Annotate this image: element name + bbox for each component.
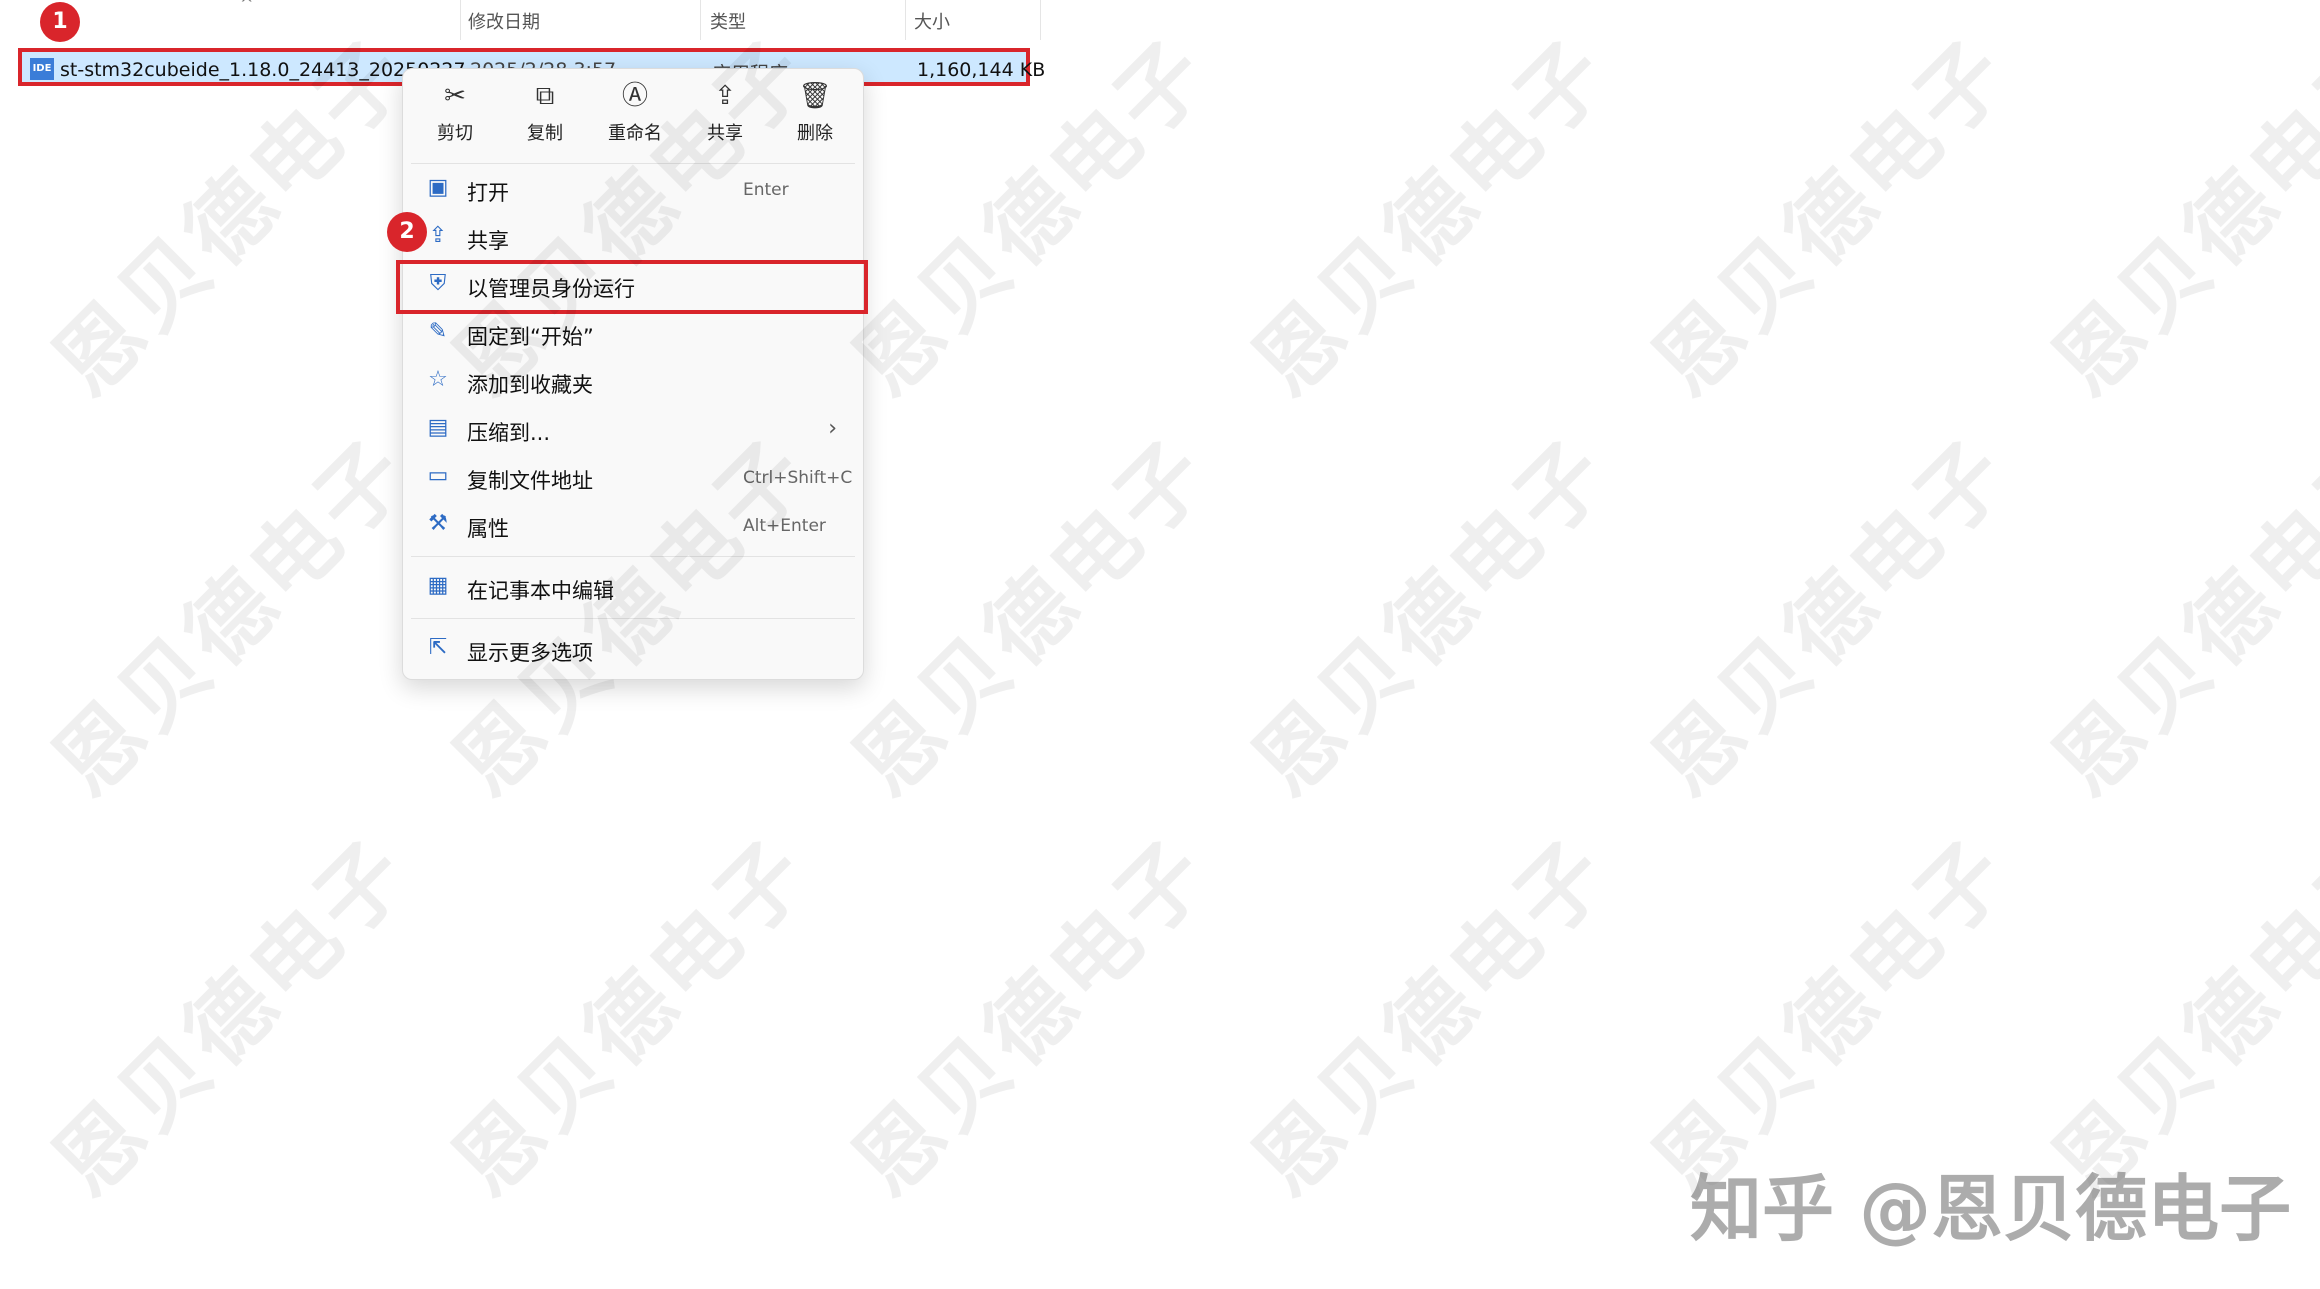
step-marker-2: 2 [387, 212, 427, 252]
rename-label: 重命名 [608, 123, 662, 144]
watermark-text: 恩贝德电子 [34, 419, 431, 816]
menu-item-copy-path[interactable]: ▭ 复制文件地址 Ctrl+Shift+C [411, 455, 855, 499]
watermark-text: 恩贝德电子 [834, 819, 1231, 1216]
sort-caret-icon[interactable]: ^ [240, 0, 253, 13]
menu-item-share[interactable]: ⇪ 共享 [411, 215, 855, 259]
share-button[interactable]: ⇪ 共享 [680, 79, 770, 159]
delete-label: 删除 [797, 123, 833, 144]
watermark-text: 恩贝德电子 [1634, 19, 2031, 416]
highlight-box-run-as-admin [396, 260, 868, 314]
chevron-right-icon: › [828, 416, 837, 441]
cut-button[interactable]: ✂ 剪切 [410, 79, 500, 159]
column-date[interactable]: 修改日期 [468, 8, 540, 34]
menu-item-shortcut: Enter [743, 180, 789, 200]
menu-item-label: 复制文件地址 [467, 469, 593, 493]
menu-item-open[interactable]: ▣ 打开 Enter [411, 167, 855, 211]
path-icon: ▭ [427, 463, 449, 488]
menu-item-pin-to-start[interactable]: ✎ 固定到“开始” [411, 311, 855, 355]
context-menu: ✂ 剪切 ⧉ 复制 Ⓐ 重命名 ⇪ 共享 🗑 删除 ▣ 打开 Enter ⇪ 共… [402, 68, 864, 680]
column-size[interactable]: 大小 [914, 8, 950, 34]
rename-button[interactable]: Ⓐ 重命名 [590, 79, 680, 159]
watermark-layer: 恩贝德电子 恩贝德电子 恩贝德电子 恩贝德电子 恩贝德电子 恩贝德电子 恩贝德电… [0, 0, 2320, 1289]
menu-item-shortcut: Ctrl+Shift+C [743, 468, 853, 488]
watermark-text: 恩贝德电子 [1634, 419, 2031, 816]
watermark-text: 恩贝德电子 [1234, 819, 1631, 1216]
file-size: 1,160,144 KB [917, 59, 1046, 81]
menu-item-edit-in-notepad[interactable]: ▦ 在记事本中编辑 [411, 565, 855, 609]
delete-button[interactable]: 🗑 删除 [770, 79, 860, 159]
menu-item-shortcut: Alt+Enter [743, 516, 826, 536]
menu-item-label: 属性 [467, 517, 509, 541]
watermark-text: 恩贝德电子 [1234, 419, 1631, 816]
column-separator[interactable] [700, 0, 701, 40]
context-toolbar: ✂ 剪切 ⧉ 复制 Ⓐ 重命名 ⇪ 共享 🗑 删除 [403, 79, 863, 159]
menu-item-label: 共享 [467, 229, 509, 253]
share-icon: ⇪ [428, 223, 448, 248]
menu-divider [411, 556, 855, 557]
watermark-text: 恩贝德电子 [1234, 19, 1631, 416]
menu-item-label: 添加到收藏夹 [467, 373, 593, 397]
menu-item-properties[interactable]: ⚒ 属性 Alt+Enter [411, 503, 855, 547]
notepad-icon: ▦ [427, 573, 449, 598]
menu-item-label: 显示更多选项 [467, 641, 593, 665]
pin-icon: ✎ [428, 319, 448, 344]
menu-item-show-more-options[interactable]: ⇱ 显示更多选项 [411, 627, 855, 671]
cut-label: 剪切 [437, 123, 473, 144]
column-separator[interactable] [905, 0, 906, 40]
menu-item-add-to-favorites[interactable]: ☆ 添加到收藏夹 [411, 359, 855, 403]
menu-item-label: 打开 [467, 181, 509, 205]
menu-item-label: 固定到“开始” [467, 325, 594, 349]
menu-divider [411, 163, 855, 164]
share-label: 共享 [707, 123, 743, 144]
menu-item-label: 压缩到... [467, 421, 551, 445]
column-separator[interactable] [1040, 0, 1041, 40]
menu-divider [411, 618, 855, 619]
watermark-text: 恩贝德电子 [34, 819, 431, 1216]
watermark-text: 恩贝德电子 [834, 419, 1231, 816]
brand-watermark: 知乎 @恩贝德电子 [1690, 1167, 2292, 1251]
column-separator[interactable] [460, 0, 461, 40]
watermark-text: 恩贝德电子 [434, 819, 831, 1216]
rename-icon: Ⓐ [621, 81, 648, 111]
scissors-icon: ✂ [444, 81, 466, 111]
window-icon: ▣ [427, 175, 449, 200]
wrench-icon: ⚒ [428, 511, 448, 536]
more-options-icon: ⇱ [428, 635, 448, 660]
menu-item-label: 在记事本中编辑 [467, 579, 614, 603]
copy-button[interactable]: ⧉ 复制 [500, 79, 590, 159]
column-header: ^ 修改日期 类型 大小 [0, 0, 1041, 40]
watermark-text: 恩贝德电子 [2034, 419, 2320, 816]
app-file-icon: IDE [30, 58, 54, 80]
trash-icon: 🗑 [798, 81, 832, 111]
copy-label: 复制 [527, 123, 563, 144]
menu-item-compress-to[interactable]: ▤ 压缩到... › [411, 407, 855, 451]
step-marker-1: 1 [40, 2, 80, 42]
watermark-text: 恩贝德电子 [2034, 19, 2320, 416]
archive-icon: ▤ [427, 415, 449, 440]
star-icon: ☆ [428, 367, 448, 392]
copy-icon: ⧉ [535, 81, 555, 111]
share-icon: ⇪ [714, 81, 736, 111]
column-type[interactable]: 类型 [710, 8, 746, 34]
